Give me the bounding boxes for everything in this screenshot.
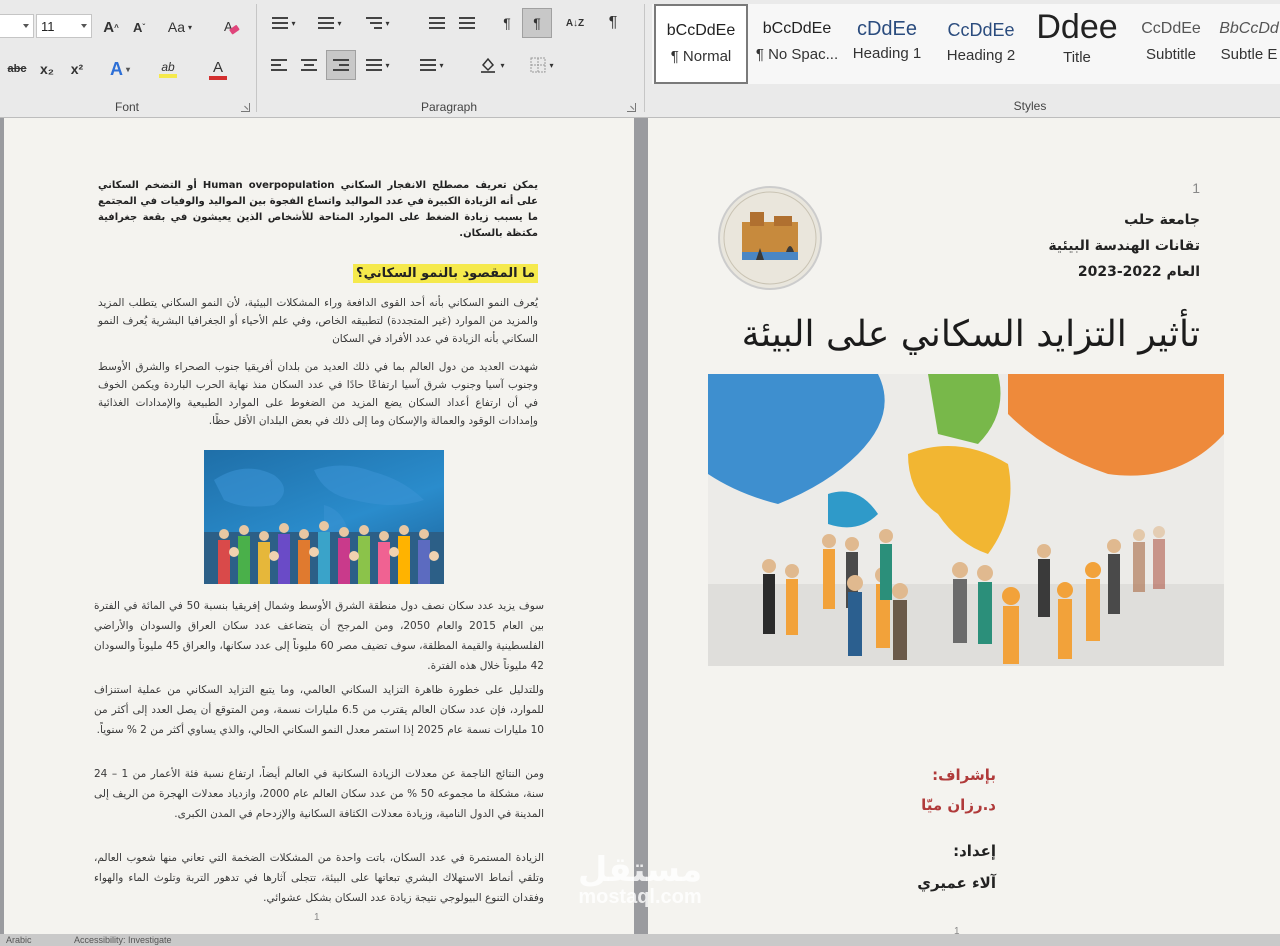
document-page-left[interactable]: يمكن تعريف مصطلح الانفجار السكاني Human … — [4, 118, 634, 946]
supervision-label: بإشراف: — [932, 766, 996, 784]
status-bar: Arabic Accessibility: Investigate — [0, 934, 1280, 946]
section-heading: ما المقصود بالنمو السكاني؟ — [353, 264, 538, 283]
cover-title: تأثير التزايد السكاني على البيئة — [741, 314, 1200, 355]
page-number: 1 — [314, 912, 320, 923]
sort-icon[interactable]: A↓Z — [562, 10, 588, 36]
subscript-button[interactable]: x₂ — [34, 56, 60, 82]
numbering-icon[interactable]: ▾ — [312, 10, 348, 36]
increase-indent-icon[interactable] — [454, 10, 480, 36]
watermark-latin: mostaql.com — [578, 886, 702, 908]
align-left-icon[interactable] — [266, 52, 292, 78]
rtl-direction-button[interactable]: ¶ — [522, 8, 552, 38]
font-group: 11 A ^ Aˇ Aa ▾ A abc x₂ x² A ▾ ab A Font — [0, 0, 254, 118]
text-effects-button[interactable]: A ▾ — [102, 56, 138, 82]
styles-group-label: Styles — [1013, 99, 1047, 113]
document-workspace: يمكن تعريف مصطلح الانفجار السكاني Human … — [0, 118, 1280, 946]
ribbon-divider — [256, 4, 257, 112]
page-number: 1 — [1192, 180, 1200, 196]
change-case-button[interactable]: Aa ▾ — [160, 14, 200, 40]
grow-font-button[interactable]: A ^ — [98, 14, 124, 40]
justify-icon[interactable]: ▾ — [360, 52, 396, 78]
clear-formatting-icon[interactable]: A — [218, 14, 244, 40]
style-subtle-emphasis[interactable]: BbCcDd Subtle E — [1218, 4, 1280, 84]
bold-partial-button[interactable]: abc — [4, 56, 30, 82]
borders-icon[interactable]: ▾ — [522, 52, 562, 78]
font-group-label: Font — [114, 100, 139, 114]
font-color-swatch — [209, 75, 227, 80]
supervisor-name: د.رزان ميّا — [921, 796, 996, 814]
watermark-arabic: مستقل — [577, 850, 703, 890]
style-heading-1[interactable]: cDdEe Heading 1 — [840, 4, 934, 84]
font-size-value: 11 — [41, 18, 55, 34]
course-name: تقانات الهندسة البيئية — [1048, 238, 1200, 254]
university-name: جامعة حلب — [1124, 212, 1200, 228]
font-size-dropdown[interactable]: 11 — [36, 14, 92, 38]
body-paragraph: شهدت العديد من دول العالم بما في ذلك الع… — [98, 361, 538, 427]
accessibility-indicator[interactable]: Accessibility: Investigate — [74, 935, 172, 945]
highlight-color-button[interactable]: ab — [148, 56, 188, 82]
multilevel-list-icon[interactable]: ▾ — [360, 10, 396, 36]
document-page-right[interactable]: 1 جامعة حلب تقانات الهندسة البيئية العام… — [648, 118, 1280, 946]
paragraph-group-label: Paragraph — [420, 100, 478, 114]
styles-gallery: bCcDdEe ¶ Normal bCcDdEe ¶ No Spac... cD… — [652, 4, 1280, 84]
prepared-by-label: إعداد: — [953, 842, 996, 860]
style-title[interactable]: Ddee Title — [1030, 4, 1124, 84]
line-spacing-icon[interactable]: ▾ — [414, 52, 450, 78]
align-right-icon[interactable] — [326, 50, 356, 80]
show-formatting-button[interactable]: ¶ — [600, 10, 626, 36]
font-color-button[interactable]: A — [198, 56, 238, 82]
intro-paragraph: يمكن تعريف مصطلح الانفجار السكاني Human … — [98, 180, 538, 239]
author-name: آلاء عميري — [917, 874, 996, 892]
style-normal[interactable]: bCcDdEe ¶ Normal — [654, 4, 748, 84]
ribbon: 11 A ^ Aˇ Aa ▾ A abc x₂ x² A ▾ ab A Font ▾ … — [0, 0, 1280, 118]
body-paragraph: سوف يزيد عدد سكان نصف دول منطقة الشرق ال… — [94, 600, 545, 672]
academic-year: العام 2022-2023 — [1077, 264, 1200, 280]
paragraph-group: ▾ ▾ ▾ ¶ ¶ A↓Z ¶ ▾ ▾ ▾ ▾ Paragraph — [258, 0, 640, 118]
style-no-spacing[interactable]: bCcDdEe ¶ No Spac... — [750, 4, 844, 84]
body-paragraph: يُعرف النمو السكاني بأنه أحد القوى الداف… — [98, 297, 538, 345]
superscript-button[interactable]: x² — [64, 56, 90, 82]
shrink-font-button[interactable]: Aˇ — [126, 14, 152, 40]
crowd-image — [204, 450, 444, 584]
font-name-dropdown[interactable] — [0, 14, 34, 38]
language-indicator[interactable]: Arabic — [6, 935, 32, 945]
highlight-swatch — [159, 74, 177, 78]
decrease-indent-icon[interactable] — [424, 10, 450, 36]
ribbon-divider — [644, 4, 645, 112]
align-center-icon[interactable] — [296, 52, 322, 78]
paragraph-dialog-launcher-icon[interactable] — [627, 103, 636, 112]
cover-image — [708, 374, 1224, 666]
style-subtitle[interactable]: CcDdEe Subtitle — [1124, 4, 1218, 84]
watermark: مستقل mostaql.com — [560, 850, 720, 909]
bullets-icon[interactable]: ▾ — [266, 10, 302, 36]
font-dialog-launcher-icon[interactable] — [241, 103, 250, 112]
university-logo — [718, 186, 822, 290]
body-paragraph: ومن النتائج الناجمة عن معدلات الزيادة ال… — [94, 768, 544, 820]
body-paragraph: الزيادة المستمرة في عدد السكان، باتت واح… — [94, 852, 544, 904]
body-paragraph: وللتدليل على خطورة ظاهرة التزايد السكاني… — [94, 684, 544, 736]
style-heading-2[interactable]: CcDdEe Heading 2 — [934, 4, 1028, 84]
ltr-direction-button[interactable]: ¶ — [494, 10, 520, 36]
shading-icon[interactable]: ▾ — [472, 52, 512, 78]
